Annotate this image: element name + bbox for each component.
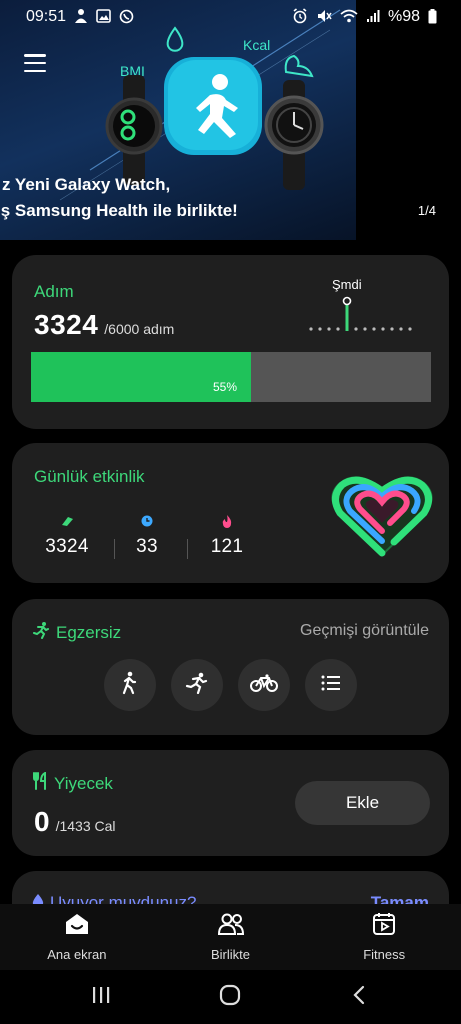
promo-banner[interactable]: BMI Kcal z Yeni Galaxy Watch, ış Samsung… xyxy=(0,0,461,245)
activity-time-stat: 33 xyxy=(107,515,187,558)
galaxy-watch-left-image xyxy=(105,75,163,185)
steps-value: 3324 /6000 adım xyxy=(34,309,174,341)
galaxy-watch-right-image xyxy=(264,80,324,190)
nav-home-label: Ana ekran xyxy=(47,947,107,962)
steps-card[interactable]: Adım 3324 /6000 adım Şmdi 55% xyxy=(12,255,449,429)
home-icon xyxy=(64,912,90,941)
food-title: Yiyecek xyxy=(32,771,113,795)
steps-progress-bar: 55% xyxy=(31,352,431,402)
bottom-navigation: Ana ekran Birlikte Fitness xyxy=(0,904,461,970)
status-time: 09:51 xyxy=(26,8,67,25)
mute-icon xyxy=(316,8,332,26)
signal-icon xyxy=(366,9,380,25)
home-system-button[interactable] xyxy=(215,984,245,1010)
nav-together-label: Birlikte xyxy=(211,947,251,962)
shoe-icon xyxy=(27,515,107,529)
home-circle-icon xyxy=(219,984,241,1011)
battery-icon xyxy=(428,8,437,26)
image-icon xyxy=(96,9,111,25)
list-icon xyxy=(321,675,341,696)
menu-icon[interactable] xyxy=(24,54,46,72)
view-history-link[interactable]: Geçmişi görüntüle xyxy=(300,622,429,640)
banner-text: z Yeni Galaxy Watch, ış Samsung Health i… xyxy=(0,172,238,224)
muscle-icon xyxy=(284,54,314,78)
running-person-icon xyxy=(32,621,50,644)
svg-text:Kcal: Kcal xyxy=(243,37,270,53)
steps-timeline xyxy=(309,296,412,331)
nav-together[interactable]: Birlikte xyxy=(154,904,308,970)
activity-rings-heart xyxy=(331,476,433,557)
exercise-card[interactable]: Egzersiz Geçmişi görüntüle xyxy=(12,599,449,735)
fork-knife-icon xyxy=(32,771,48,795)
nav-home[interactable]: Ana ekran xyxy=(0,904,154,970)
banner-line-1: z Yeni Galaxy Watch, xyxy=(2,175,171,194)
system-navigation-bar xyxy=(0,970,461,1024)
run-icon xyxy=(185,672,209,699)
food-card[interactable]: Yiyecek 0 /1433 Cal Ekle xyxy=(12,750,449,856)
back-system-button[interactable] xyxy=(344,984,374,1010)
clock-icon xyxy=(107,515,187,529)
banner-line-2: ış Samsung Health ile birlikte! xyxy=(0,201,238,220)
back-chevron-icon xyxy=(352,985,366,1010)
activity-steps-stat: 3324 xyxy=(27,515,107,558)
banner-image: BMI Kcal z Yeni Galaxy Watch, ış Samsung… xyxy=(0,0,356,240)
nav-fitness[interactable]: Fitness xyxy=(307,904,461,970)
wifi-icon xyxy=(340,9,358,25)
walk-icon xyxy=(120,671,140,700)
person-alert-icon xyxy=(74,8,88,26)
daily-activity-title: Günlük etkinlik xyxy=(34,467,145,486)
steps-count: 3324 xyxy=(34,309,99,340)
banner-page-indicator: 1/4 xyxy=(417,203,436,218)
run-exercise-button[interactable] xyxy=(171,659,223,711)
add-food-button[interactable]: Ekle xyxy=(295,781,430,825)
more-exercises-button[interactable] xyxy=(305,659,357,711)
food-calories-goal: /1433 Cal xyxy=(55,818,116,834)
status-bar: 09:51 %98 xyxy=(0,0,461,34)
food-title-text: Yiyecek xyxy=(54,773,113,793)
activity-time-value: 33 xyxy=(136,536,158,557)
walk-exercise-button[interactable] xyxy=(104,659,156,711)
samsung-health-app-icon xyxy=(164,57,262,155)
people-icon xyxy=(217,912,245,941)
battery-percent: %98 xyxy=(387,8,420,25)
steps-progress-percent: 55% xyxy=(213,380,238,394)
status-right: %98 xyxy=(292,8,437,26)
fitness-icon xyxy=(372,912,396,941)
steps-title: Adım xyxy=(34,282,74,301)
whatsapp-icon xyxy=(119,9,134,26)
daily-activity-card[interactable]: Günlük etkinlik 3324 33 121 xyxy=(12,443,449,583)
steps-goal: /6000 adım xyxy=(104,321,175,337)
exercise-title-text: Egzersiz xyxy=(56,622,122,642)
exercise-title: Egzersiz xyxy=(32,621,121,644)
status-left: 09:51 xyxy=(26,8,134,26)
food-value: 0 /1433 Cal xyxy=(34,806,116,838)
activity-calories-stat: 121 xyxy=(187,515,267,558)
activity-steps-value: 3324 xyxy=(45,536,89,557)
now-label: Şmdi xyxy=(332,277,362,292)
flame-icon xyxy=(187,515,267,529)
bike-icon xyxy=(250,673,278,697)
activity-calories-value: 121 xyxy=(210,536,244,557)
food-calories-count: 0 xyxy=(34,806,50,837)
steps-progress-fill xyxy=(31,352,251,402)
recent-apps-button[interactable] xyxy=(86,984,116,1010)
recent-apps-icon xyxy=(91,986,111,1009)
alarm-icon xyxy=(292,8,308,26)
bike-exercise-button[interactable] xyxy=(238,659,290,711)
nav-fitness-label: Fitness xyxy=(363,947,406,962)
